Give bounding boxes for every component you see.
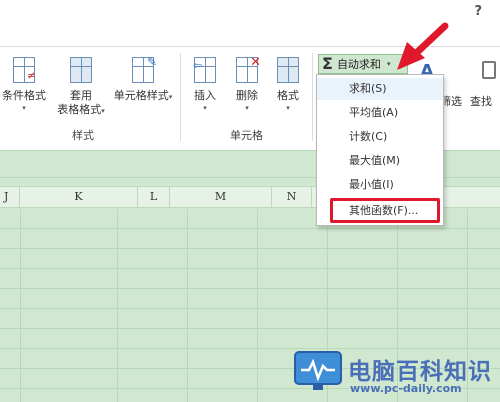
column-header[interactable]: K <box>20 187 138 207</box>
highlight-box <box>330 198 440 223</box>
find-icon <box>482 61 496 79</box>
menu-item-sum[interactable]: 求和(S) <box>317 78 443 100</box>
column-header[interactable]: N <box>272 187 312 207</box>
menu-item-count[interactable]: 计数(C) <box>317 126 443 148</box>
watermark-title: 电脑百科知识 <box>348 359 492 385</box>
watermark-monitor-icon <box>294 351 342 390</box>
format-as-table-button[interactable]: 套用 表格格式▾ <box>52 55 110 117</box>
column-header[interactable]: M <box>170 187 272 207</box>
group-separator <box>180 53 181 141</box>
chevron-down-icon[interactable]: ▾ <box>387 60 391 68</box>
format-as-table-label-1: 套用 <box>70 89 92 102</box>
watermark-url: www.pc-daily.com <box>350 382 462 395</box>
red-arrow-icon <box>397 22 449 70</box>
menu-item-min[interactable]: 最小值(I) <box>317 174 443 196</box>
column-header[interactable]: L <box>138 187 170 207</box>
delete-label: 删除 <box>236 89 258 102</box>
format-as-table-label-2: 表格格式▾ <box>57 103 105 116</box>
cells-group-label: 单元格 <box>230 129 263 142</box>
conditional-format-icon: ≠ <box>10 55 38 85</box>
format-cells-icon <box>274 55 302 85</box>
format-button[interactable]: 格式 ▾ <box>270 55 306 113</box>
excel-window: ? ≠ 条件格式 ▾ 套用 表格格式▾ ✎ 单元格样式▾ 样式 ⇦ 插入 ▾ ✕… <box>0 0 500 402</box>
delete-cells-icon: ✕ <box>233 55 261 85</box>
column-header[interactable]: J <box>0 187 20 207</box>
sigma-icon: Σ <box>322 54 333 73</box>
insert-cells-icon: ⇦ <box>191 55 219 85</box>
autosum-label: 自动求和 <box>336 58 381 71</box>
insert-label: 插入 <box>194 89 216 102</box>
group-separator <box>312 53 313 141</box>
help-button[interactable]: ? <box>474 4 482 19</box>
insert-button[interactable]: ⇦ 插入 ▾ <box>186 55 224 113</box>
cell-styles-label: 单元格样式▾ <box>113 89 173 102</box>
delete-button[interactable]: ✕ 删除 ▾ <box>228 55 266 113</box>
find-label[interactable]: 查找 <box>470 93 492 109</box>
cell-styles-button[interactable]: ✎ 单元格样式▾ <box>112 55 174 103</box>
styles-group-label: 样式 <box>72 129 94 142</box>
format-label: 格式 <box>277 89 299 102</box>
conditional-format-button[interactable]: ≠ 条件格式 ▾ <box>0 55 48 113</box>
conditional-format-label: 条件格式 <box>2 89 46 102</box>
table-format-icon <box>67 55 95 85</box>
cell-styles-icon: ✎ <box>129 55 157 85</box>
menu-item-average[interactable]: 平均值(A) <box>317 102 443 124</box>
menu-item-max[interactable]: 最大值(M) <box>317 150 443 172</box>
